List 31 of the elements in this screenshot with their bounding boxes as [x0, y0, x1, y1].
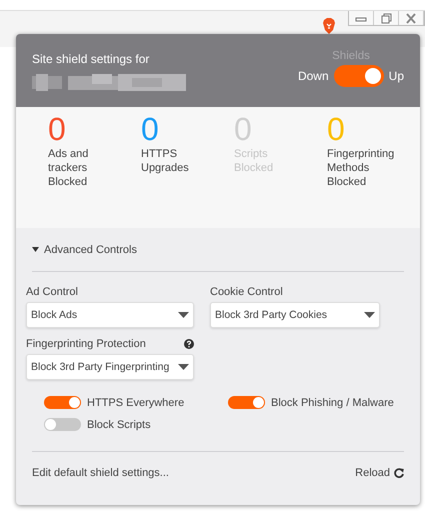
toggle-on-label: Up [388, 69, 404, 83]
dropdown-select[interactable]: Block 3rd Party Cookies [210, 302, 380, 328]
toggle-switch[interactable] [44, 418, 81, 431]
stat-label: Ads and trackers Blocked [48, 147, 90, 189]
stat-count: 0 [327, 111, 346, 147]
toggle-off-label: Down [298, 69, 329, 83]
caret-icon [178, 364, 189, 370]
expand-triangle-icon[interactable] [32, 247, 39, 252]
stat-label: HTTPS Upgrades [141, 147, 190, 175]
switch-label: Block Scripts [87, 418, 151, 430]
select-label: Ad Control [26, 286, 78, 298]
caret-icon [178, 312, 189, 318]
edit-defaults-link[interactable]: Edit default shield settings... [32, 467, 169, 479]
switch-label: Block Phishing / Malware [271, 396, 394, 408]
stat-count: 0 [141, 111, 160, 147]
toggle-switch[interactable] [228, 396, 265, 409]
stat-count: 0 [48, 111, 67, 147]
reload-button[interactable]: Reload [355, 467, 404, 479]
header-title: Site shield settings for [32, 52, 150, 66]
shields-toggle[interactable] [334, 65, 384, 87]
select-label: Fingerprinting Protection [26, 338, 146, 350]
caret-icon [364, 312, 375, 318]
dropdown-select[interactable]: Block 3rd Party Fingerprinting [26, 354, 194, 380]
reload-icon [394, 468, 404, 478]
switch-label: HTTPS Everywhere [87, 396, 184, 408]
stat-label: Fingerprinting Methods Blocked [327, 147, 396, 189]
advanced-controls-toggle[interactable]: Advanced Controls [44, 244, 137, 256]
toggle-switch[interactable] [44, 396, 81, 409]
dropdown-select[interactable]: Block Ads [26, 302, 194, 328]
help-icon[interactable] [184, 339, 194, 349]
select-label: Cookie Control [210, 286, 283, 298]
